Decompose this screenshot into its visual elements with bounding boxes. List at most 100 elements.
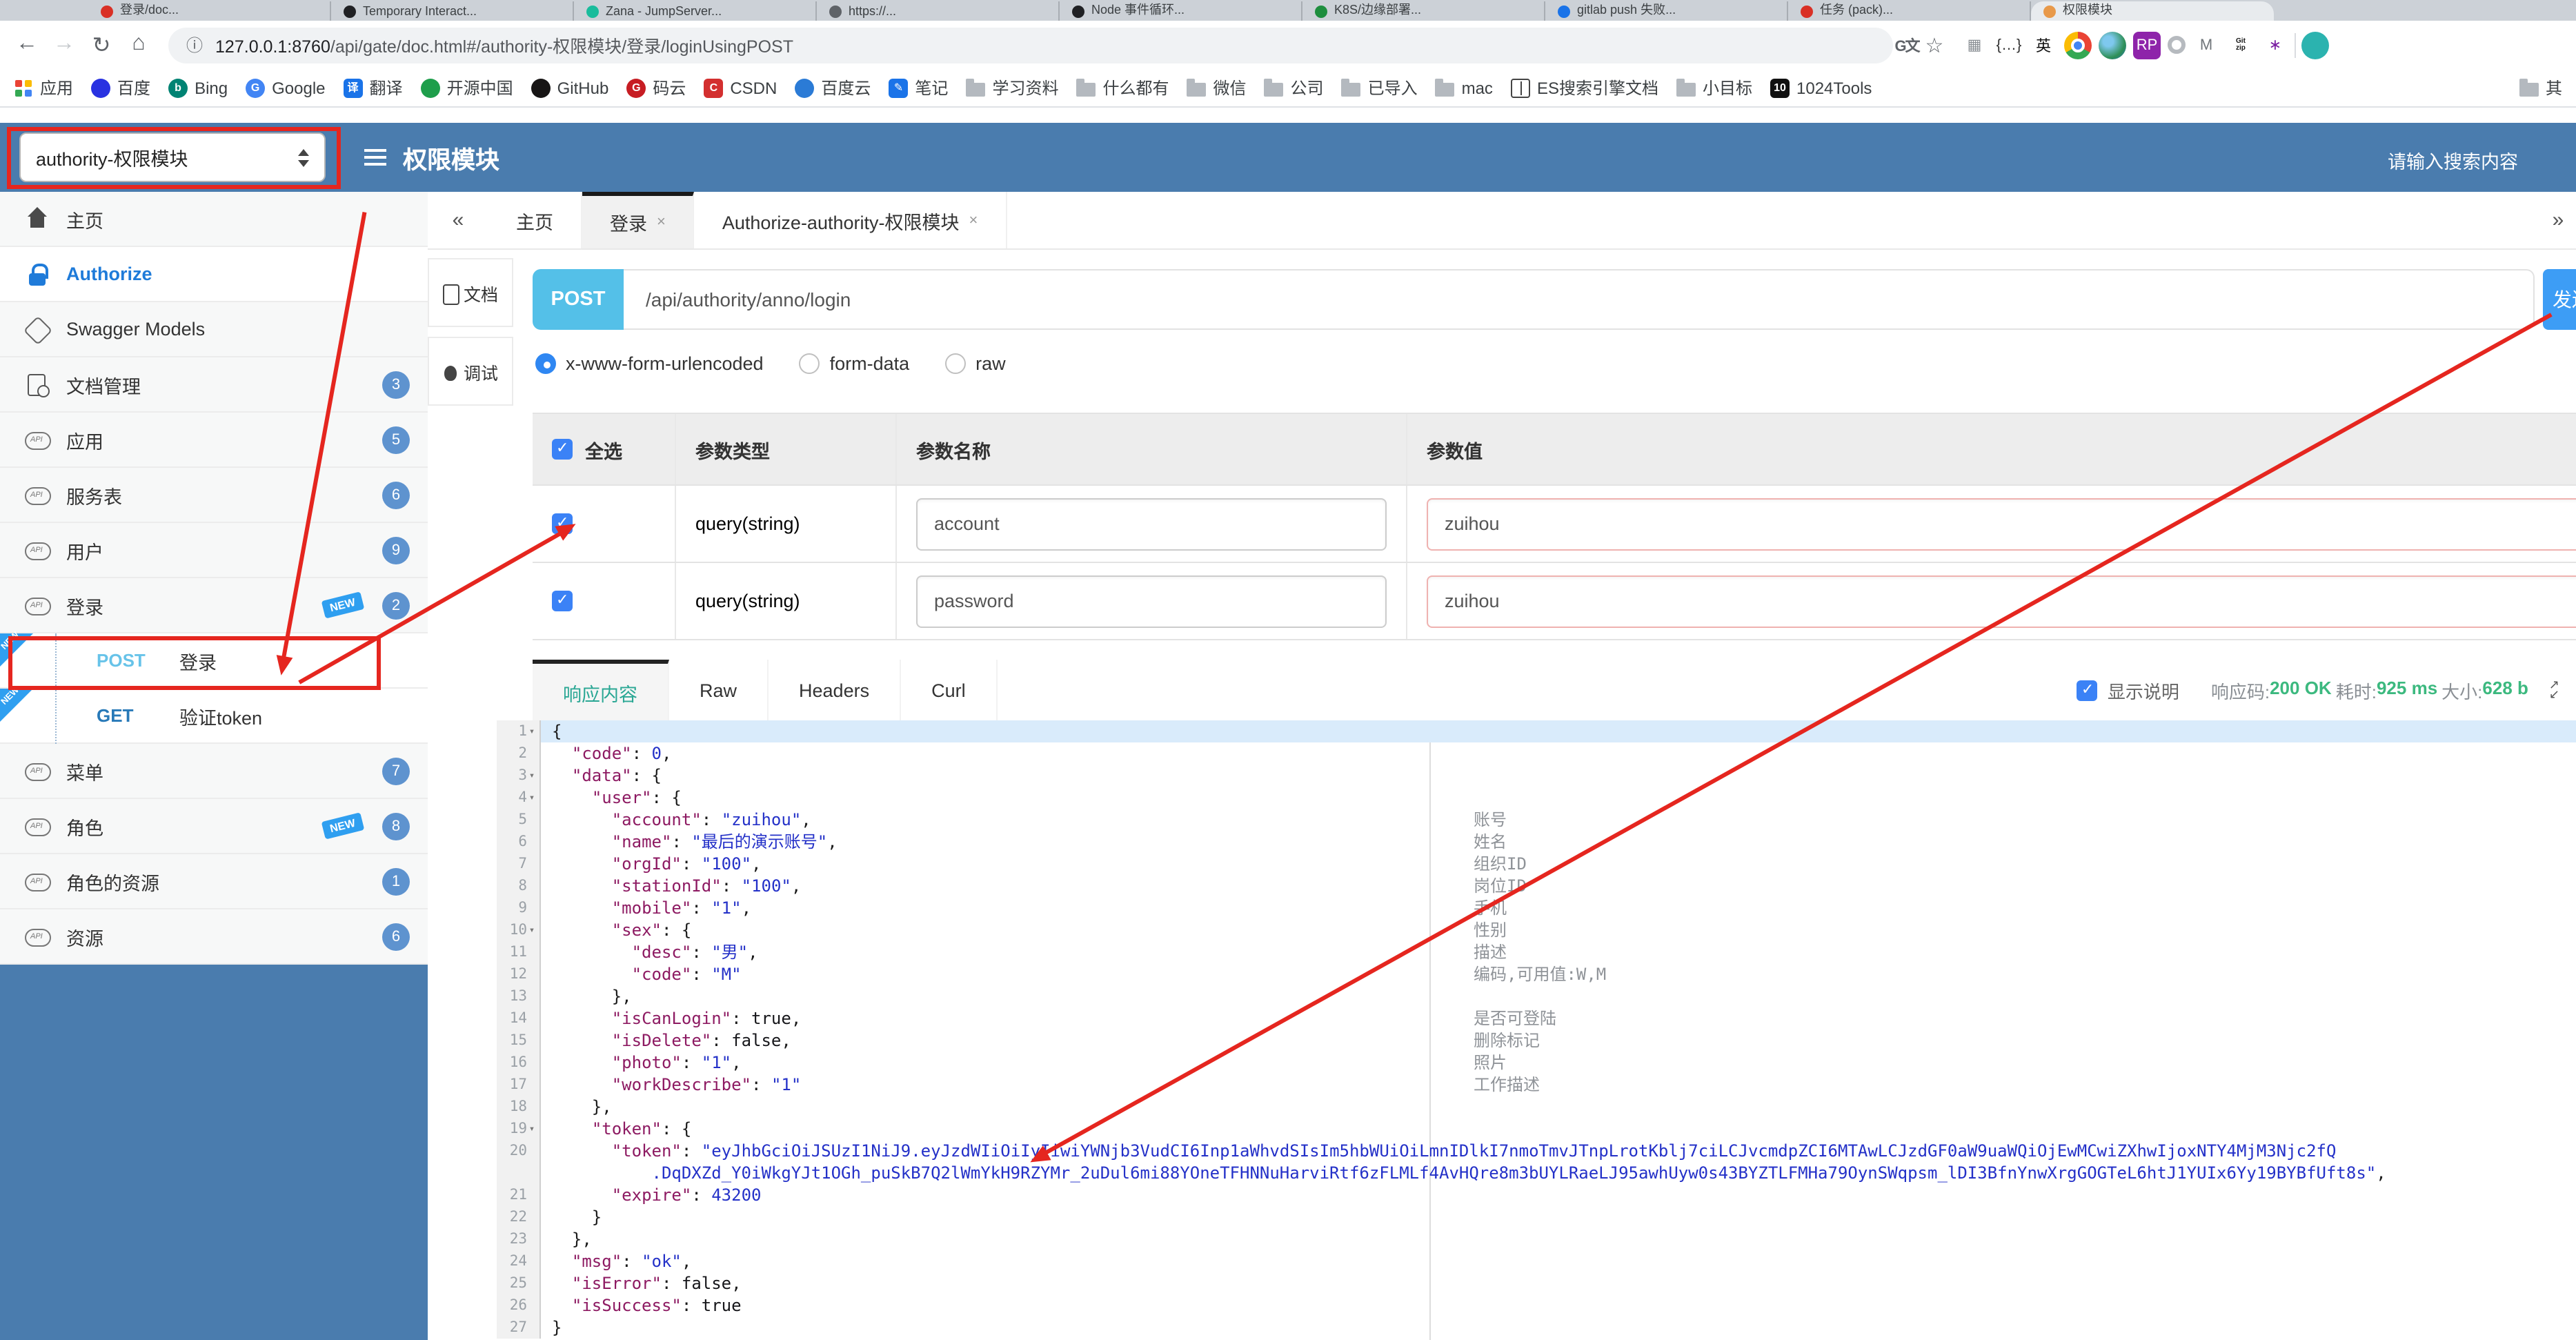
bookmark-item[interactable]: 小目标 bbox=[1676, 76, 1752, 99]
sidebar-item[interactable]: 角色 NEW 8 bbox=[0, 799, 428, 854]
browser-tab[interactable]: Temporary Interact... bbox=[331, 1, 574, 21]
fullscreen-icon[interactable]: ↗ ↙ bbox=[2549, 678, 2559, 700]
extension-icon[interactable] bbox=[2099, 31, 2126, 59]
collapse-sidebar-icon[interactable]: « bbox=[428, 192, 488, 248]
bookmark-item[interactable]: 10 1024Tools bbox=[1770, 78, 1872, 97]
bookmark-item[interactable]: mac bbox=[1435, 78, 1493, 97]
bookmark-item[interactable]: 百度 bbox=[91, 76, 150, 99]
response-tab[interactable]: 响应内容 bbox=[533, 660, 669, 720]
response-tab[interactable]: Raw bbox=[669, 660, 769, 720]
nav-icon[interactable]: → bbox=[46, 31, 83, 59]
content-tab[interactable]: 登录 × bbox=[582, 192, 695, 248]
param-value-input[interactable]: zuihou bbox=[1427, 575, 2576, 627]
body-mode-option[interactable]: raw bbox=[945, 353, 1006, 374]
extension-icon[interactable]: {…} bbox=[1995, 31, 2023, 59]
view-tab[interactable]: 调试 bbox=[428, 337, 513, 406]
bookmark-item[interactable]: 应用 bbox=[14, 76, 73, 99]
body-mode-option[interactable]: x-www-form-urlencoded bbox=[535, 353, 764, 374]
extension-icon[interactable] bbox=[2064, 31, 2092, 59]
url-bar[interactable]: ⓘ 127.0.0.1:8760/api/gate/doc.html#/auth… bbox=[168, 27, 1893, 63]
sidebar-item[interactable]: 文档管理 3 bbox=[0, 357, 428, 413]
extension-icon[interactable]: M bbox=[2192, 31, 2220, 59]
menu-hamburger-icon[interactable] bbox=[364, 156, 386, 159]
fold-toggle-icon[interactable]: ▾ bbox=[527, 770, 537, 781]
browser-tab[interactable]: gitlab push 失败... bbox=[1545, 1, 1788, 21]
radio-icon[interactable] bbox=[799, 353, 820, 374]
extension-icon[interactable] bbox=[2168, 36, 2186, 54]
response-tab[interactable]: Headers bbox=[769, 660, 902, 720]
browser-tab[interactable]: 权限模块 bbox=[2031, 1, 2274, 21]
bookmark-item[interactable]: 微信 bbox=[1187, 76, 1247, 99]
row-checkbox[interactable] bbox=[552, 513, 573, 534]
sidebar-item[interactable]: 菜单 7 bbox=[0, 744, 428, 799]
module-select[interactable]: authority-权限模块 bbox=[19, 132, 326, 182]
sidebar-item[interactable]: Authorize bbox=[0, 247, 428, 302]
sidebar-item[interactable]: NEW GET 验证token bbox=[0, 685, 428, 744]
page-info-icon[interactable]: ⓘ bbox=[186, 33, 203, 57]
fold-toggle-icon[interactable]: ▾ bbox=[527, 925, 537, 936]
select-all-checkbox[interactable] bbox=[552, 439, 573, 460]
close-tab-icon[interactable]: × bbox=[969, 212, 978, 228]
sidebar-item[interactable]: 资源 6 bbox=[0, 909, 428, 965]
bookmark-item[interactable]: 其 bbox=[2519, 76, 2562, 99]
bookmark-item[interactable]: G 码云 bbox=[626, 76, 686, 99]
browser-tab[interactable]: 登录/doc... bbox=[88, 1, 331, 21]
nav-icon[interactable]: ← bbox=[8, 31, 46, 59]
bookmark-item[interactable]: b Bing bbox=[168, 78, 228, 97]
extension-icon[interactable]: RP bbox=[2133, 31, 2161, 59]
sidebar-item[interactable]: 用户 9 bbox=[0, 523, 428, 578]
fold-toggle-icon[interactable]: ▾ bbox=[527, 792, 537, 803]
response-tab[interactable]: Curl bbox=[901, 660, 998, 720]
extension-icon[interactable]: Git zip bbox=[2227, 31, 2255, 59]
bookmark-item[interactable]: G Google bbox=[246, 78, 326, 97]
send-button[interactable]: 发送 bbox=[2543, 269, 2576, 330]
search-input[interactable]: 请输入搜索内容 bbox=[2388, 146, 2518, 174]
radio-icon[interactable] bbox=[945, 353, 967, 374]
browser-tab[interactable]: Zana - JumpServer... bbox=[574, 1, 817, 21]
bookmark-item[interactable]: 译 翻译 bbox=[343, 76, 403, 99]
content-tab[interactable]: 主页 bbox=[488, 192, 582, 248]
nav-icon[interactable]: ↻ bbox=[83, 31, 120, 59]
param-value-input[interactable]: zuihou bbox=[1427, 497, 2576, 550]
fold-toggle-icon[interactable]: ▾ bbox=[527, 726, 537, 737]
endpoint-path[interactable]: /api/authority/anno/login bbox=[624, 269, 2535, 330]
browser-tab[interactable]: K8S/边缘部署... bbox=[1302, 1, 1545, 21]
browser-tab[interactable]: https://... bbox=[817, 1, 1060, 21]
row-checkbox[interactable] bbox=[552, 591, 573, 611]
translate-icon[interactable]: G文 bbox=[1893, 34, 1921, 56]
extension-icon[interactable]: 英 bbox=[2030, 31, 2057, 59]
bookmark-item[interactable]: 开源中国 bbox=[420, 76, 513, 99]
content-tab[interactable]: Authorize-authority-权限模块 × bbox=[695, 192, 1007, 248]
bookmark-star-icon[interactable]: ☆ bbox=[1921, 32, 1948, 57]
view-tab[interactable]: 文档 bbox=[428, 258, 513, 327]
radio-icon[interactable] bbox=[535, 353, 556, 374]
expand-tabs-icon[interactable]: » bbox=[2540, 192, 2576, 248]
nav-icon[interactable]: ⌂ bbox=[120, 31, 157, 59]
sidebar-item[interactable]: Swagger Models bbox=[0, 302, 428, 357]
bookmark-item[interactable]: 学习资料 bbox=[966, 76, 1058, 99]
sidebar-item[interactable]: 登录 NEW 2 bbox=[0, 578, 428, 633]
param-name-input[interactable]: password bbox=[916, 575, 1387, 627]
bookmark-item[interactable]: GitHub bbox=[531, 78, 608, 97]
browser-tab[interactable]: Node 事件循环... bbox=[1060, 1, 1302, 21]
sidebar-item[interactable]: 应用 5 bbox=[0, 413, 428, 468]
bookmark-item[interactable]: 已导入 bbox=[1341, 76, 1418, 99]
bookmark-item[interactable]: 公司 bbox=[1264, 76, 1324, 99]
browser-tab[interactable]: 任务 (pack)... bbox=[1788, 1, 2031, 21]
close-tab-icon[interactable]: × bbox=[657, 214, 666, 230]
extension-icon[interactable]: ▦ bbox=[1961, 31, 1988, 59]
bookmark-item[interactable]: 百度云 bbox=[795, 76, 871, 99]
param-name-input[interactable]: account bbox=[916, 497, 1387, 550]
sidebar-item[interactable]: 服务表 6 bbox=[0, 468, 428, 523]
fold-toggle-icon[interactable]: ▾ bbox=[527, 1123, 537, 1134]
bookmark-item[interactable]: C CSDN bbox=[704, 78, 777, 97]
profile-avatar[interactable] bbox=[2301, 31, 2329, 59]
sidebar-item[interactable]: NEW POST 登录 bbox=[0, 630, 428, 689]
bookmark-item[interactable]: ✎ 笔记 bbox=[889, 76, 948, 99]
show-desc-checkbox[interactable] bbox=[2077, 680, 2098, 700]
body-mode-option[interactable]: form-data bbox=[799, 353, 909, 374]
bookmark-item[interactable]: ES搜索引擎文档 bbox=[1510, 76, 1658, 99]
sidebar-item[interactable]: 角色的资源 1 bbox=[0, 854, 428, 909]
bookmark-item[interactable]: 什么都有 bbox=[1076, 76, 1169, 99]
sidebar-item[interactable]: 主页 bbox=[0, 192, 428, 247]
